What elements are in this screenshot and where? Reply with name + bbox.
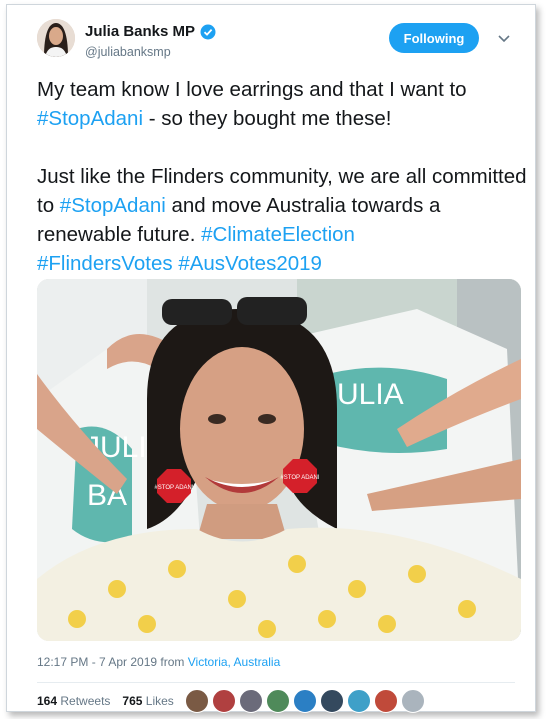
verified-icon [200, 24, 216, 39]
name-row: Julia Banks MP [85, 23, 216, 40]
hashtag-link[interactable]: #StopAdani [37, 107, 143, 130]
tweet-header: Julia Banks MP @juliabanksmp Following [29, 15, 519, 67]
likes-count: 765 [122, 694, 143, 708]
earring-text-left: #STOP ADANI [154, 485, 193, 491]
liker-avatar[interactable] [320, 689, 344, 713]
following-button[interactable]: Following [389, 23, 479, 53]
tweet-stats: 164 Retweets 765 Likes [37, 694, 174, 708]
liker-avatar[interactable] [401, 689, 425, 713]
location-link[interactable]: Victoria, Australia [188, 655, 281, 669]
likes-label: Likes [145, 694, 174, 708]
likes-stat[interactable]: 765 Likes [122, 694, 173, 708]
liker-avatar[interactable] [347, 689, 371, 713]
liker-avatar[interactable] [185, 689, 209, 713]
hashtag-link[interactable]: #ClimateElection [201, 223, 355, 246]
divider [37, 682, 515, 683]
retweets-stat[interactable]: 164 Retweets [37, 694, 110, 708]
hashtag-link[interactable]: #AusVotes2019 [178, 252, 322, 275]
liker-avatar[interactable] [374, 689, 398, 713]
tweet-text-segment: My team know I love earrings and that I … [37, 78, 473, 101]
liker-avatar[interactable] [266, 689, 290, 713]
earring-text-right: #STOP ADANI [280, 475, 319, 481]
selfie-illustration: JULIA BA JULIA #STOP ADANI #STOP ADANI [37, 279, 521, 641]
liker-avatar[interactable] [212, 689, 236, 713]
liker-avatar[interactable] [239, 689, 263, 713]
tweet-card: Julia Banks MP @juliabanksmp Following M… [6, 4, 536, 713]
retweets-count: 164 [37, 694, 58, 708]
timestamp[interactable]: 12:17 PM - 7 Apr 2019 from [37, 655, 188, 669]
tweet-meta: 12:17 PM - 7 Apr 2019 from Victoria, Aus… [37, 655, 280, 669]
handle[interactable]: @juliabanksmp [85, 45, 171, 59]
avatar[interactable] [37, 19, 75, 57]
retweets-label: Retweets [60, 694, 111, 708]
hashtag-link[interactable]: #StopAdani [60, 194, 166, 217]
tweet-text-segment: - so they bought me these! [143, 107, 392, 130]
liker-avatar[interactable] [293, 689, 317, 713]
chevron-down-icon[interactable] [497, 31, 511, 45]
liker-avatars [185, 689, 425, 713]
hashtag-link[interactable]: #FlindersVotes [37, 252, 173, 275]
tweet-photo[interactable]: JULIA BA JULIA #STOP ADANI #STOP ADANI [37, 279, 521, 641]
display-name[interactable]: Julia Banks MP [85, 23, 195, 40]
tweet-text: My team know I love earrings and that I … [37, 75, 527, 278]
